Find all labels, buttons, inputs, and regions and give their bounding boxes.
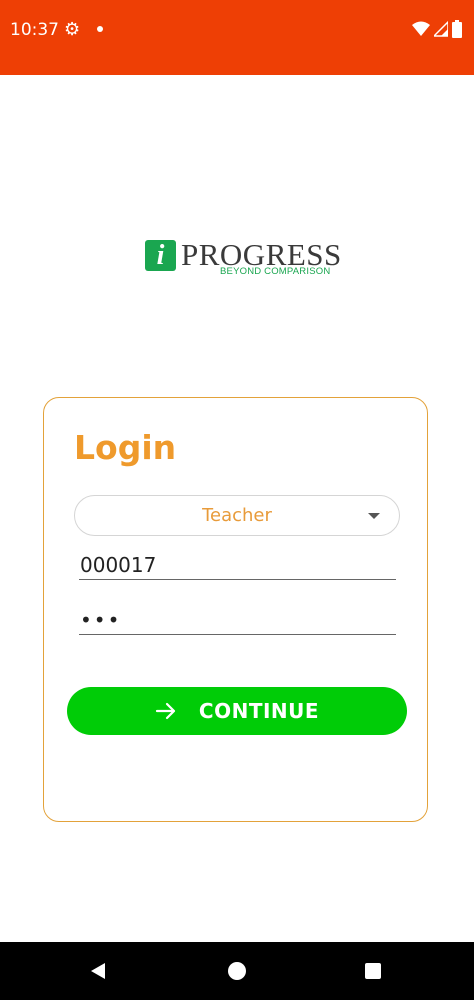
wifi-icon [412, 21, 430, 36]
signal-icon [434, 21, 448, 37]
password-field[interactable] [79, 605, 396, 635]
login-title: Login [74, 428, 177, 467]
status-time: 10:37 [10, 20, 59, 40]
continue-label: CONTINUE [198, 699, 320, 723]
recents-icon[interactable] [365, 963, 381, 979]
screen: 10:37 ⚙ i PROGRESS BEYOND COMPARISON Log… [0, 0, 474, 1000]
role-select[interactable]: Teacher [74, 495, 400, 536]
home-icon[interactable] [228, 962, 246, 980]
username-field[interactable] [79, 550, 396, 580]
battery-icon [452, 20, 462, 38]
notification-dot-icon [97, 26, 103, 32]
status-icons [412, 20, 462, 38]
dropdown-caret-icon [368, 513, 380, 519]
continue-button[interactable]: CONTINUE [67, 687, 407, 735]
login-card: Login Teacher CONTINUE [43, 397, 428, 822]
navigation-bar [0, 942, 474, 1000]
password-input[interactable] [79, 605, 396, 634]
back-icon[interactable] [91, 963, 105, 979]
role-select-value: Teacher [202, 505, 272, 526]
logo-tagline: BEYOND COMPARISON [220, 266, 331, 277]
username-input[interactable] [79, 550, 396, 579]
arrow-right-icon [155, 702, 176, 720]
status-bar: 10:37 ⚙ [0, 0, 474, 75]
app-logo: i PROGRESS BEYOND COMPARISON [145, 238, 341, 278]
gear-icon: ⚙ [64, 19, 81, 39]
logo-i-icon: i [145, 240, 176, 271]
